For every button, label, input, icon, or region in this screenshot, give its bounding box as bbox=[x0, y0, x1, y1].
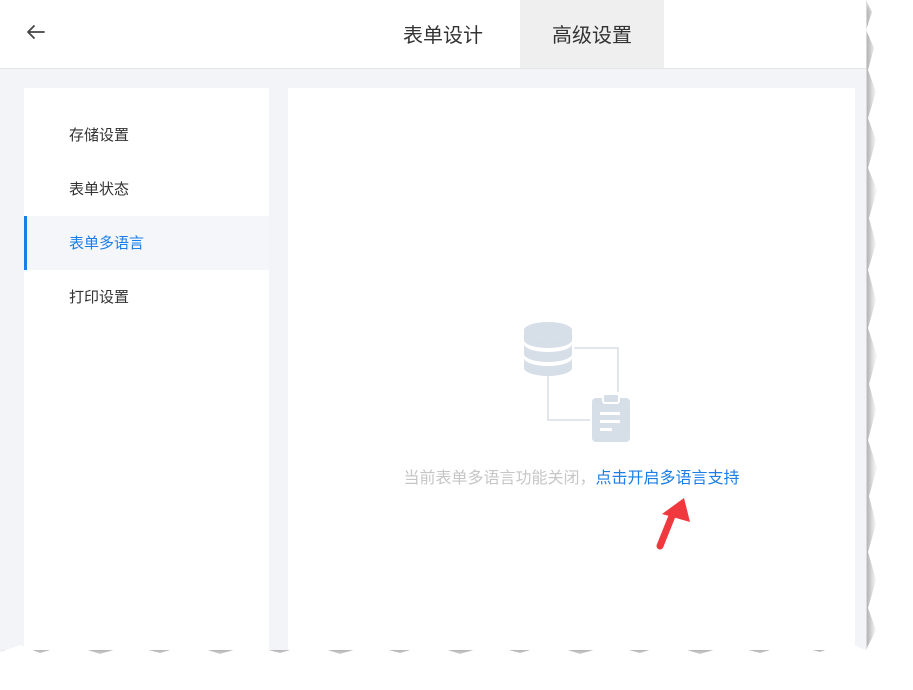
window: 表单设计 高级设置 存储设置 表单状态 表单多语言 打印设置 当前表单多语言功能… bbox=[0, 0, 867, 650]
main-content: 当前表单多语言功能关闭，点击开启多语言支持 bbox=[288, 88, 855, 650]
arrow-left-icon[interactable] bbox=[22, 18, 50, 46]
tab-advanced-settings[interactable]: 高级设置 bbox=[520, 0, 664, 68]
header: 表单设计 高级设置 bbox=[0, 0, 866, 69]
red-arrow-icon bbox=[656, 498, 690, 550]
sidebar-item-multilanguage[interactable]: 表单多语言 bbox=[24, 216, 269, 270]
sidebar: 存储设置 表单状态 表单多语言 打印设置 bbox=[24, 88, 269, 650]
sidebar-item-print[interactable]: 打印设置 bbox=[24, 270, 269, 324]
sidebar-item-storage[interactable]: 存储设置 bbox=[24, 108, 269, 162]
tab-form-design[interactable]: 表单设计 bbox=[372, 0, 514, 68]
multilanguage-status-message: 当前表单多语言功能关闭，点击开启多语言支持 bbox=[288, 464, 855, 488]
database-clipboard-icon bbox=[524, 322, 630, 442]
sidebar-item-form-status[interactable]: 表单状态 bbox=[24, 162, 269, 216]
status-text: 当前表单多语言功能关闭， bbox=[403, 468, 596, 487]
enable-multilanguage-link[interactable]: 点击开启多语言支持 bbox=[596, 468, 740, 487]
